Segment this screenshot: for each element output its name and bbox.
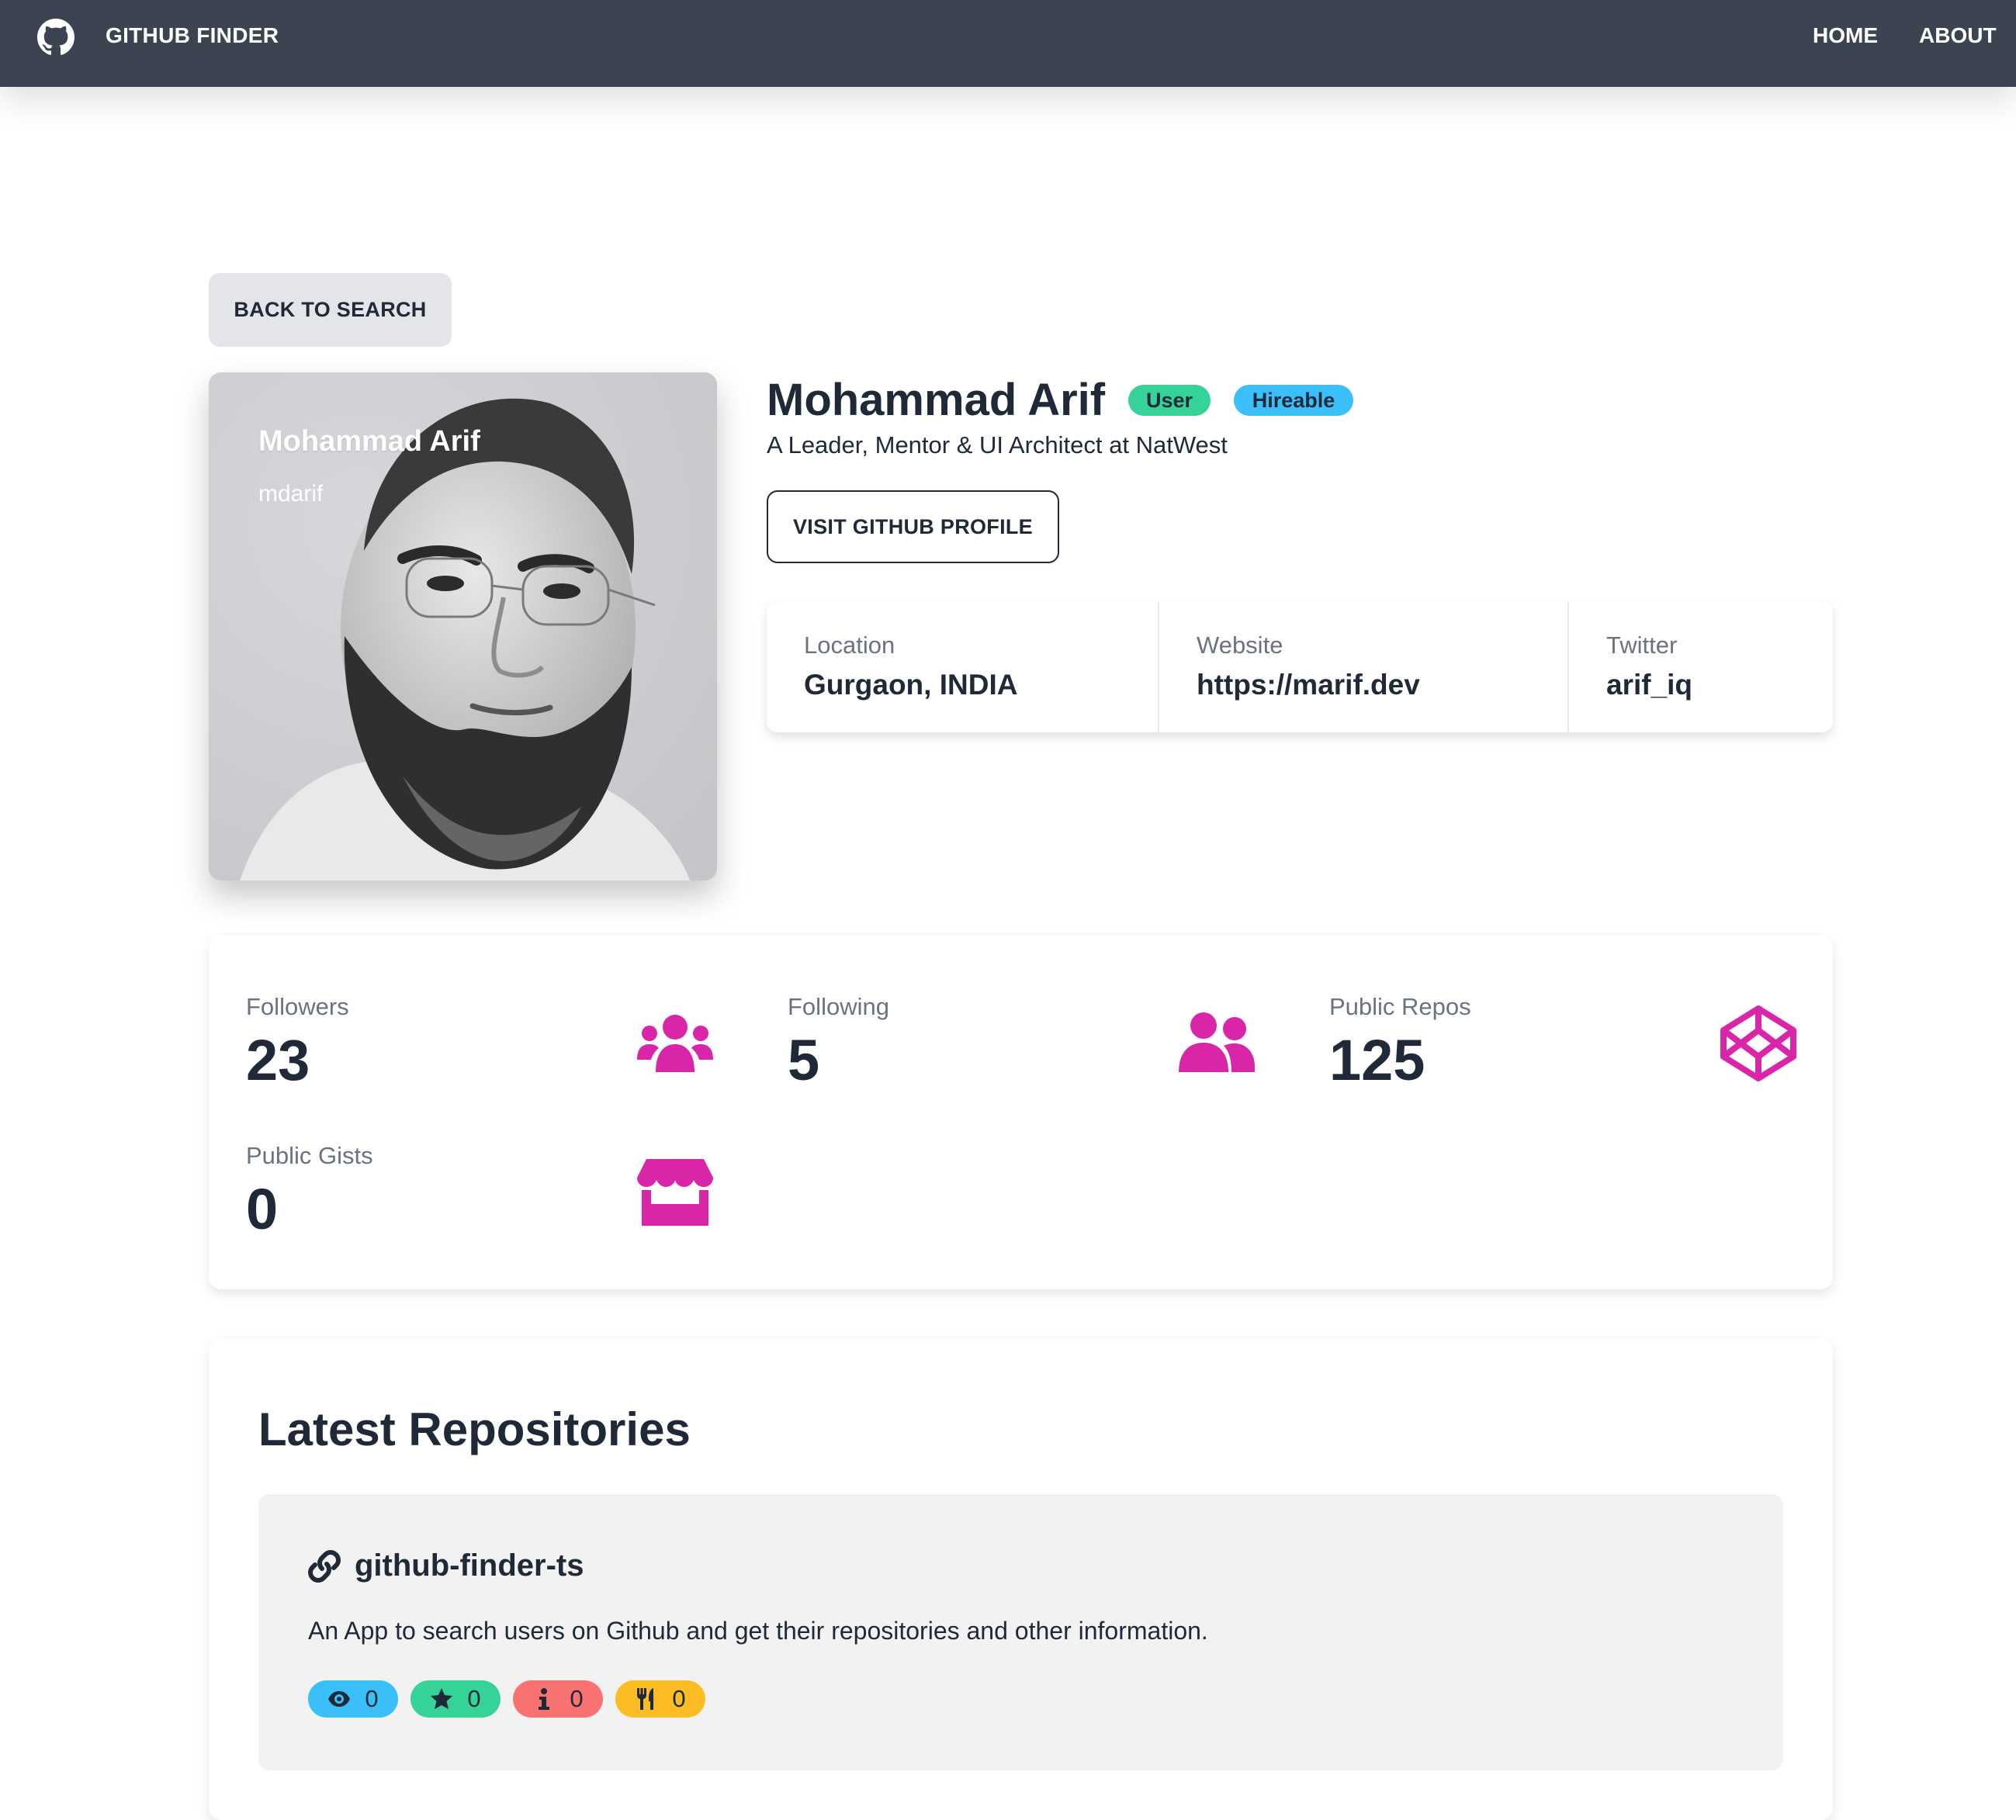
followers-label: Followers: [246, 993, 349, 1020]
app-brand[interactable]: GITHUB FINDER: [106, 23, 279, 48]
followers-count: 23: [246, 1028, 310, 1092]
watchers-count: 0: [365, 1685, 379, 1712]
repo-item: github-finder-ts An App to search users …: [258, 1494, 1783, 1770]
nav-about-link[interactable]: ABOUT: [1919, 23, 1997, 48]
utensils-icon: [637, 1688, 654, 1710]
nav-home-link[interactable]: HOME: [1813, 23, 1878, 48]
profile-name: Mohammad Arif: [767, 375, 1106, 425]
location-value: Gurgaon, INDIA: [804, 669, 1018, 701]
avatar-login: mdarif: [258, 481, 324, 507]
twitter-label: Twitter: [1606, 631, 1678, 659]
website-label: Website: [1197, 631, 1283, 659]
profile-bio: A Leader, Mentor & UI Architect at NatWe…: [767, 431, 1228, 458]
stars-badge: 0: [410, 1680, 501, 1718]
star-icon: [431, 1688, 453, 1709]
following-stat: Following 5: [750, 936, 1292, 1092]
forks-count: 0: [672, 1685, 686, 1712]
location-stat: Location Gurgaon, INDIA: [767, 602, 1158, 732]
repo-name-link[interactable]: github-finder-ts: [355, 1548, 584, 1583]
hireable-badge: Hireable: [1234, 385, 1353, 416]
visit-github-profile-button[interactable]: VISIT GITHUB PROFILE: [767, 490, 1059, 563]
avatar-name: Mohammad Arif: [258, 425, 480, 458]
link-icon: [308, 1550, 341, 1583]
website-stat: Website https://marif.dev: [1158, 602, 1569, 732]
public-gists-label: Public Gists: [246, 1142, 373, 1169]
public-gists-stat: Public Gists 0: [209, 1085, 750, 1241]
public-gists-count: 0: [246, 1177, 279, 1241]
codepen-icon: [1720, 1005, 1796, 1081]
website-link[interactable]: https://marif.dev: [1197, 669, 1420, 701]
following-label: Following: [788, 993, 889, 1020]
public-repos-label: Public Repos: [1329, 993, 1471, 1020]
twitter-link[interactable]: arif_iq: [1606, 669, 1692, 701]
stars-count: 0: [467, 1685, 481, 1712]
user-friends-icon: [1179, 1012, 1255, 1072]
eye-icon: [328, 1691, 351, 1707]
back-to-search-button[interactable]: BACK TO SEARCH: [209, 273, 452, 347]
github-icon[interactable]: [37, 19, 74, 56]
navbar: GITHUB FINDER HOME ABOUT: [0, 0, 2016, 87]
forks-badge: 0: [615, 1680, 705, 1718]
avatar-card: Mohammad Arif mdarif: [209, 372, 717, 881]
public-repos-stat: Public Repos 125: [1292, 936, 1834, 1092]
repo-description: An App to search users on Github and get…: [308, 1617, 1208, 1645]
public-repos-count: 125: [1329, 1028, 1425, 1092]
counts-card: Followers 23 Following 5 Public Repos 12…: [209, 936, 1833, 1289]
repos-title: Latest Repositories: [258, 1403, 691, 1455]
followers-stat: Followers 23: [209, 936, 750, 1092]
repos-card: Latest Repositories github-finder-ts An …: [209, 1339, 1833, 1820]
location-label: Location: [804, 631, 895, 659]
following-count: 5: [788, 1028, 820, 1092]
issues-badge: 0: [513, 1680, 603, 1718]
info-icon: [539, 1688, 550, 1710]
watchers-badge: 0: [308, 1680, 398, 1718]
store-icon: [637, 1159, 713, 1226]
user-type-badge: User: [1128, 385, 1211, 416]
twitter-stat: Twitter arif_iq: [1567, 602, 1834, 732]
profile-details: Location Gurgaon, INDIA Website https://…: [767, 602, 1833, 732]
issues-count: 0: [570, 1685, 584, 1712]
users-icon: [637, 1015, 713, 1072]
